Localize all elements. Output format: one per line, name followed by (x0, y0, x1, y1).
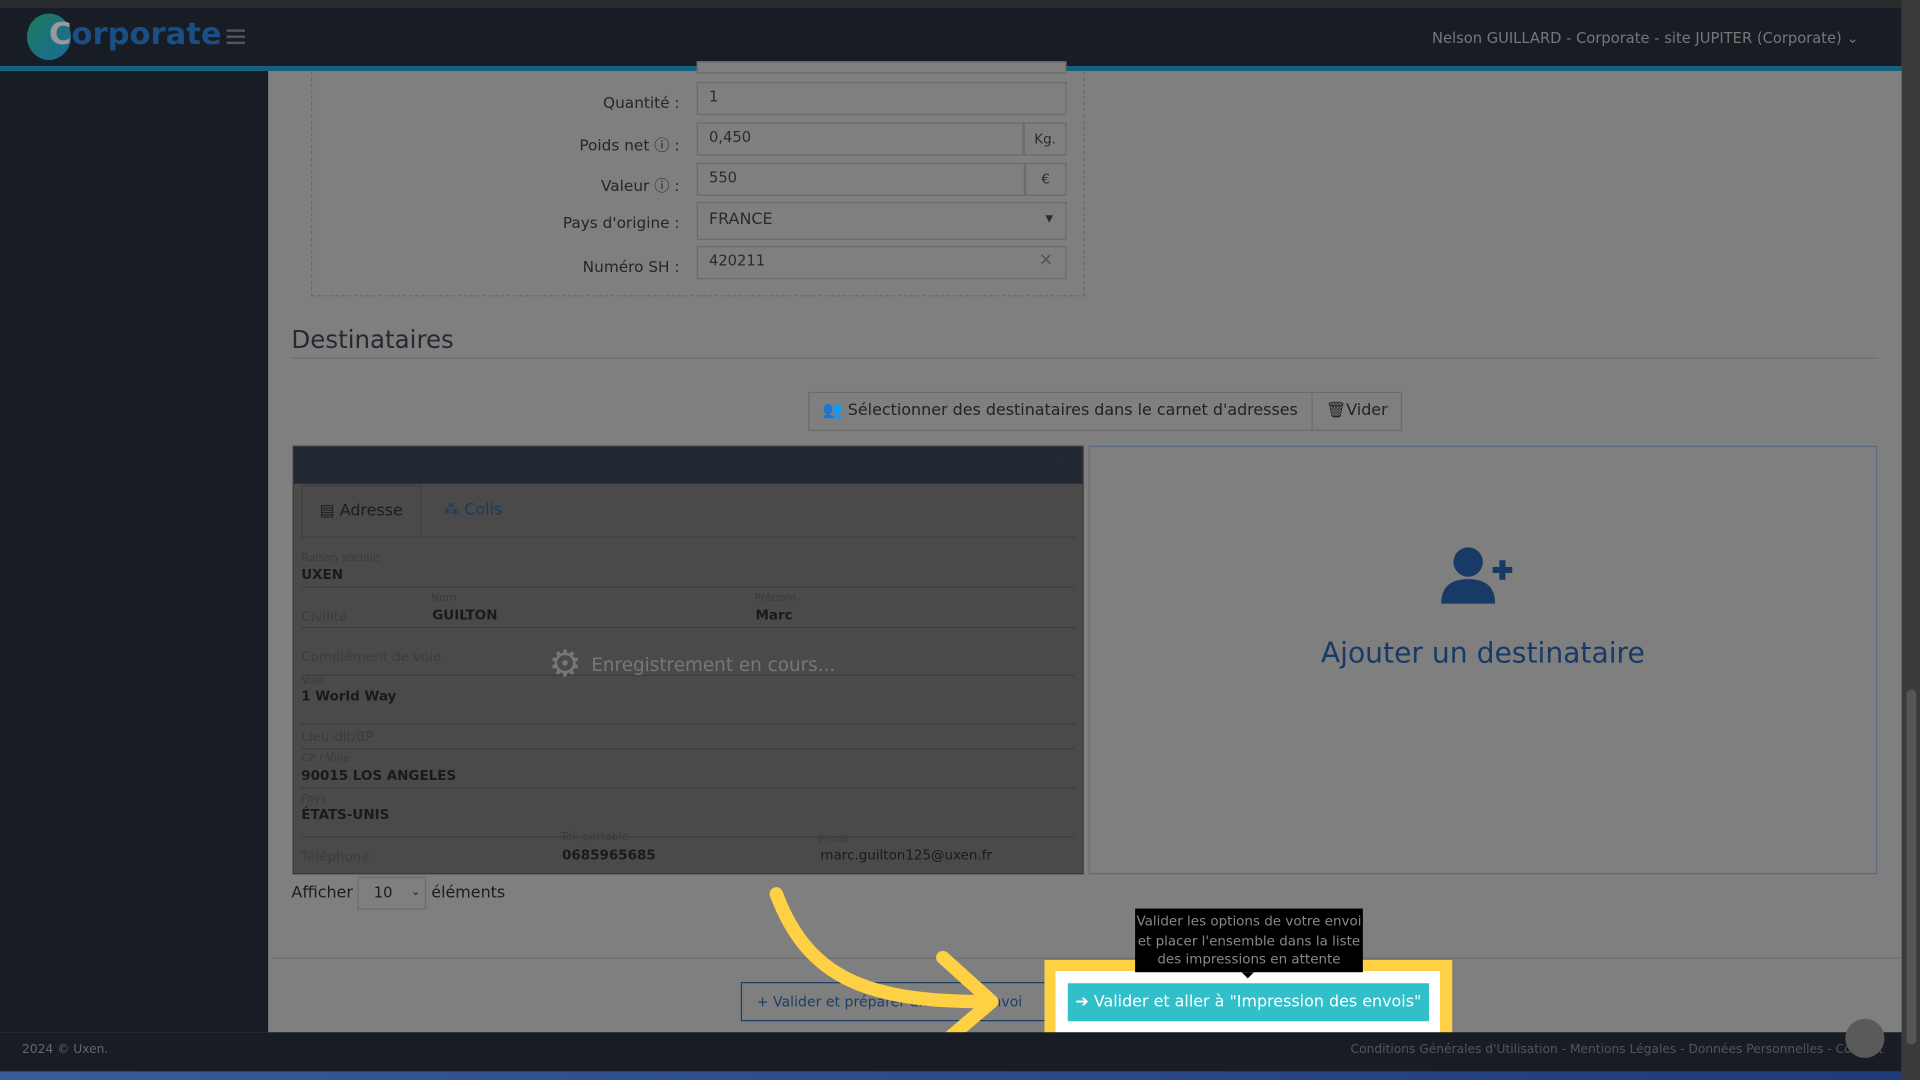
mobile-value[interactable]: 0685965685 (562, 847, 656, 863)
value-input[interactable]: 550 (696, 162, 1025, 196)
sidebar (0, 71, 269, 1033)
tab-adresse[interactable]: ▤ Adresse (301, 484, 422, 538)
clear-icon[interactable]: ✕ (1039, 251, 1053, 271)
annotation-arrow-icon (769, 887, 999, 1051)
clear-button[interactable]: 🗑Vider (1311, 393, 1401, 430)
civility-field[interactable]: Civilité (301, 609, 347, 625)
lastname-label: Nom (431, 592, 457, 605)
gear-icon: ⚙ (548, 642, 582, 686)
lastname-value[interactable]: GUILTON (432, 607, 497, 623)
address-card-icon: ▤ (319, 502, 335, 521)
user-plus-icon (1441, 547, 1513, 604)
email-value[interactable]: marc.guilton125@uxen.fr (820, 847, 992, 863)
info-icon[interactable]: ⓘ (654, 176, 669, 194)
user-name: Nelson GUILLARD - Corporate - site JUPIT… (1431, 29, 1842, 47)
elements-label: éléments (431, 884, 506, 903)
arrow-right-icon: ➔ (1075, 993, 1089, 1012)
tooltip: Valider les options de votre envoi et pl… (1135, 908, 1363, 973)
divider (301, 723, 1076, 725)
street-value[interactable]: 1 World Way (301, 688, 396, 704)
mobile-label: Tél. portable (560, 831, 629, 844)
city-label: CP / Ville (301, 753, 350, 766)
divider (301, 586, 1076, 588)
divider (291, 357, 1879, 359)
cubes-icon: ⁂ (443, 500, 460, 520)
net-weight-label: Poids net ⓘ : (579, 135, 680, 155)
info-icon[interactable]: ⓘ (654, 136, 669, 154)
saving-text: Enregistrement en cours... (591, 653, 836, 676)
hs-code-label: Numéro SH : (582, 257, 680, 276)
trash-icon: 🗑 (1326, 401, 1347, 421)
help-widget-icon[interactable] (1845, 1018, 1885, 1058)
chevron-down-icon: ⌄ (1846, 29, 1859, 47)
section-title: Destinataires (291, 324, 454, 354)
add-recipient-label: Ajouter un destinataire (1320, 637, 1645, 670)
card-header: ✕ (293, 446, 1083, 484)
quantity-input[interactable]: 1 (696, 82, 1067, 116)
copyright: 2024 © Uxen. (22, 1043, 109, 1057)
chevron-down-icon: ⌄ (411, 886, 421, 899)
origin-country-label: Pays d'origine : (562, 213, 680, 232)
users-icon: 👥 (822, 401, 843, 421)
quantity-label: Quantité : (603, 93, 680, 112)
add-recipient-card[interactable]: Ajouter un destinataire (1088, 445, 1878, 875)
page-length-control: Afficher 10 ⌄ éléments (291, 876, 506, 910)
page-length-select[interactable]: 10 ⌄ (357, 876, 427, 910)
logo[interactable]: Corporate (49, 16, 222, 52)
browser-top-bar (0, 0, 1920, 8)
dropdown-arrow-icon: ▼ (1045, 213, 1054, 225)
divider (301, 836, 1076, 838)
tab-divider (301, 536, 1076, 538)
divider (301, 748, 1076, 750)
firstname-label: Prénom (754, 592, 797, 605)
country-value[interactable]: ÉTATS-UNIS (301, 807, 389, 823)
user-menu[interactable]: Nelson GUILLARD - Corporate - site JUPIT… (1432, 29, 1859, 46)
divider (271, 957, 1901, 959)
firstname-value[interactable]: Marc (756, 607, 793, 623)
show-label: Afficher (291, 884, 353, 903)
email-label: Email (817, 833, 849, 847)
bottom-bar (0, 1071, 1920, 1080)
logo-letter: C (48, 15, 72, 52)
tooltip-arrow (1241, 972, 1254, 979)
po-box-field[interactable]: Lieu-dit/BP (301, 729, 373, 745)
previous-field[interactable] (696, 61, 1067, 74)
company-value[interactable]: UXEN (301, 567, 343, 583)
net-weight-input[interactable]: 0,450 (696, 122, 1024, 156)
scrollbar-thumb[interactable] (1906, 689, 1917, 1045)
city-value[interactable]: 90015 LOS ANGELES (301, 768, 456, 784)
street-complement-field[interactable]: Complément de voie (301, 649, 441, 665)
street-label: Voie (301, 674, 325, 687)
value-label: Valeur ⓘ : (601, 176, 680, 195)
country-label: Pays (301, 793, 327, 806)
weight-unit: Kg. (1023, 122, 1067, 156)
close-icon[interactable]: ✕ (1055, 454, 1067, 471)
company-label: Raison sociale (301, 552, 380, 565)
saving-indicator: ⚙ Enregistrement en cours... (549, 643, 836, 686)
logo-text: orporate (71, 15, 222, 52)
origin-country-select[interactable]: FRANCE ▼ (696, 202, 1067, 241)
footer-links[interactable]: Conditions Générales d'Utilisation - Men… (1351, 1043, 1884, 1056)
recipient-card: ✕ ▤ Adresse ⁂ Colis Raison sociale UXEN … (292, 445, 1084, 875)
currency-unit: € (1024, 162, 1067, 196)
menu-icon[interactable] (226, 29, 245, 45)
hs-code-input[interactable]: 420211 ✕ (696, 246, 1067, 280)
phone-field[interactable]: Téléphone (301, 849, 369, 865)
select-recipients-button[interactable]: 👥 Sélectionner des destinataires dans le… (809, 393, 1311, 430)
tab-colis[interactable]: ⁂ Colis (426, 485, 519, 536)
divider (301, 626, 1076, 629)
divider (301, 787, 1076, 789)
validate-print-button[interactable]: ➔ Valider et aller à "Impression des env… (1067, 983, 1429, 1022)
recipient-button-group: 👥 Sélectionner des destinataires dans le… (808, 391, 1403, 432)
